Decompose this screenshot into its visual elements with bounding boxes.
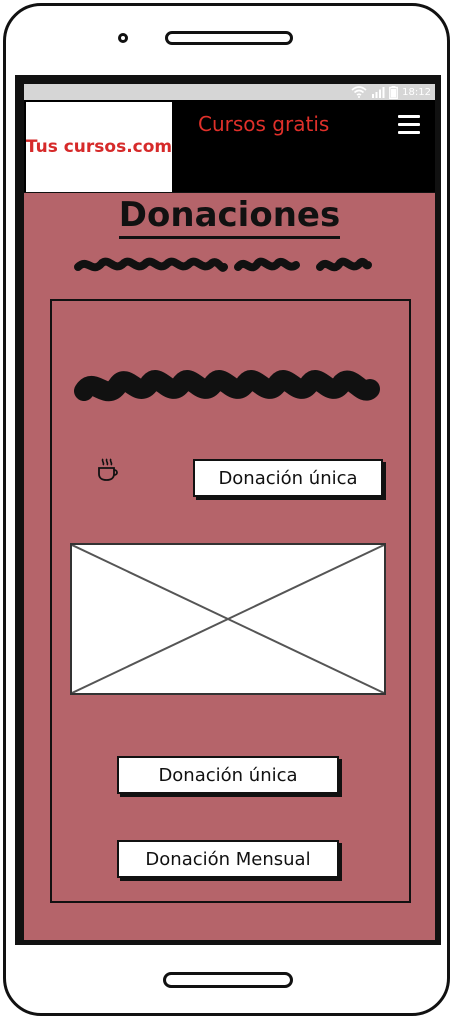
single-donation-button[interactable]: Donación única — [117, 756, 339, 794]
speaker-grille — [165, 31, 293, 45]
signal-icon — [372, 87, 385, 98]
phone-mockup: 18:12 Tus cursos.com Cursos gratis Donac… — [0, 0, 455, 1020]
main-content: Donaciones Donación única Donación única… — [24, 193, 435, 940]
image-placeholder — [70, 543, 386, 695]
monthly-donation-button[interactable]: Donación Mensual — [117, 840, 339, 878]
hamburger-icon[interactable] — [398, 115, 420, 135]
placeholder-heading-scribble — [74, 370, 380, 402]
camera-icon — [118, 33, 128, 43]
page-title: Donaciones — [24, 195, 435, 239]
logo[interactable]: Tus cursos.com — [26, 102, 172, 192]
coffee-cup-icon — [98, 458, 118, 481]
status-time: 18:12 — [402, 86, 431, 98]
home-button[interactable] — [163, 972, 293, 988]
battery-icon — [389, 85, 399, 99]
status-bar: 18:12 — [24, 84, 435, 100]
header-title[interactable]: Cursos gratis — [198, 112, 329, 136]
placeholder-subtitle-scribble — [74, 257, 372, 272]
app-header: Tus cursos.com Cursos gratis — [24, 100, 435, 192]
logo-text: Tus cursos.com — [25, 137, 173, 157]
donation-card: Donación única Donación única Donación M… — [50, 299, 411, 903]
wifi-icon — [351, 86, 367, 98]
single-donation-top-button[interactable]: Donación única — [193, 459, 383, 497]
